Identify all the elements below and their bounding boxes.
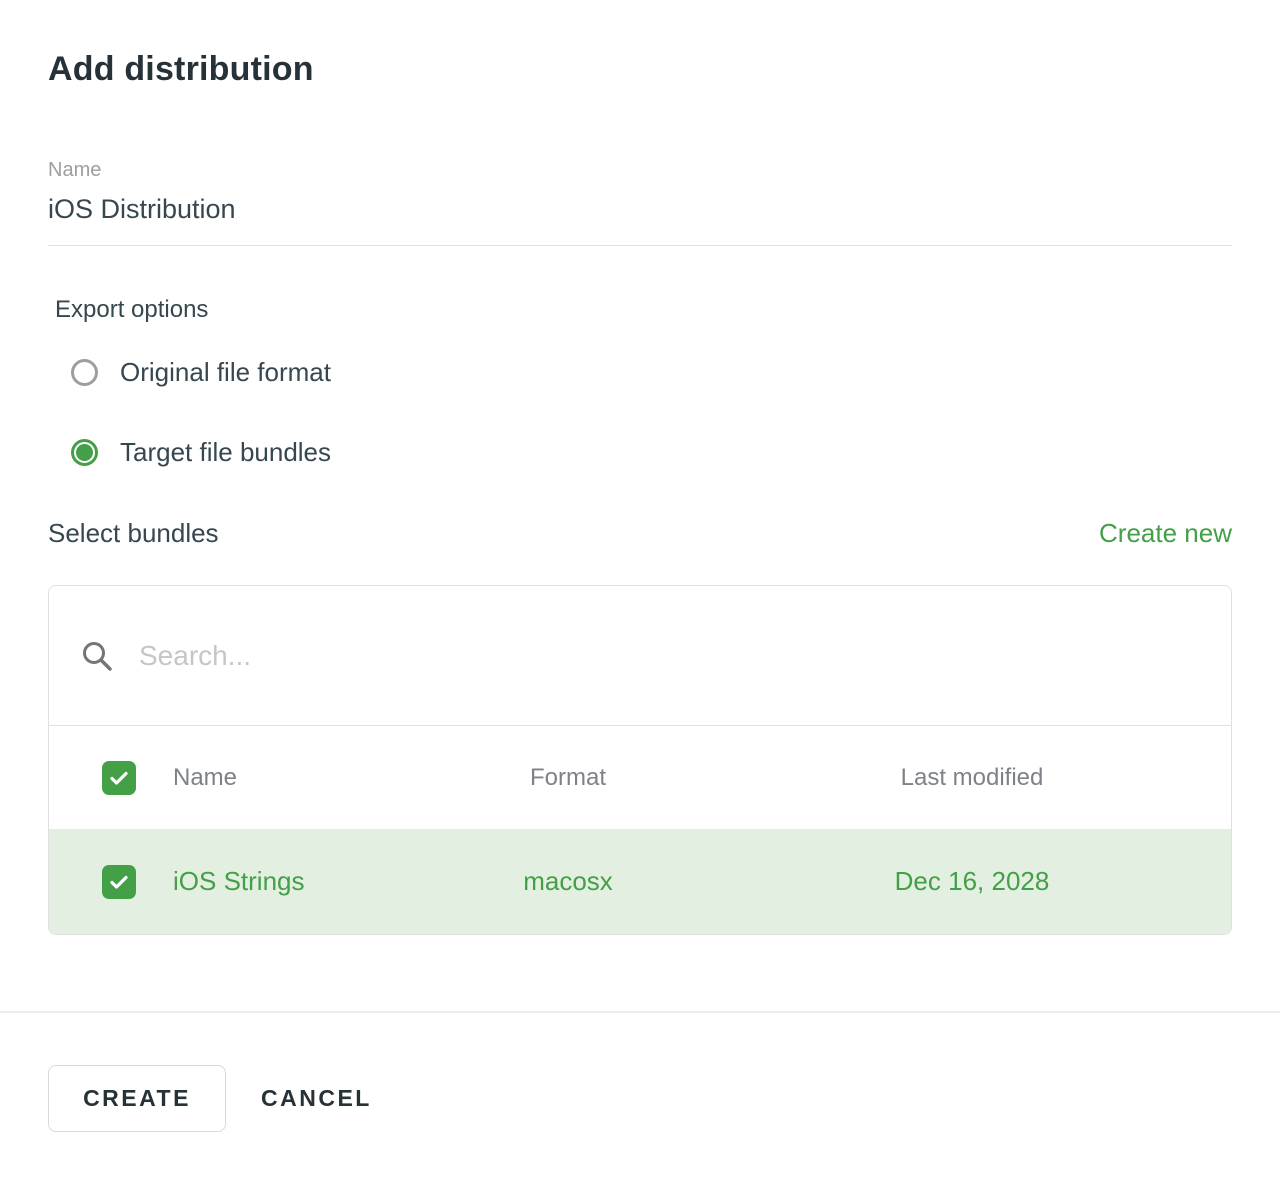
- export-options-label: Export options: [48, 296, 1232, 324]
- search-input[interactable]: [137, 639, 1200, 673]
- select-all-checkbox[interactable]: [102, 761, 136, 795]
- add-distribution-dialog: Add distribution Name Export options Ori…: [0, 0, 1280, 935]
- checkmark-icon: [107, 766, 131, 790]
- radio-target-file-bundles[interactable]: Target file bundles: [48, 426, 1232, 478]
- name-field: Name: [48, 159, 1232, 246]
- bundle-name: iOS Strings: [173, 866, 423, 897]
- radio-original-file-format[interactable]: Original file format: [48, 346, 1232, 398]
- checkmark-icon: [107, 870, 131, 894]
- row-checkbox[interactable]: [102, 865, 136, 899]
- create-new-link[interactable]: Create new: [1099, 518, 1232, 549]
- radio-original-label: Original file format: [120, 357, 331, 388]
- dialog-actions: CREATE CANCEL: [48, 1065, 1232, 1132]
- create-button[interactable]: CREATE: [48, 1065, 226, 1132]
- name-field-label: Name: [48, 159, 1232, 182]
- search-row: [49, 586, 1231, 725]
- bundle-format: macosx: [423, 866, 713, 897]
- cancel-button[interactable]: CANCEL: [259, 1065, 374, 1132]
- radio-unselected-icon: [71, 359, 98, 386]
- bundle-last-modified: Dec 16, 2028: [713, 866, 1231, 897]
- header-last-modified: Last modified: [713, 764, 1231, 792]
- name-input[interactable]: [48, 194, 1232, 225]
- select-bundles-label: Select bundles: [48, 518, 219, 549]
- header-name: Name: [173, 764, 423, 792]
- bundles-header: Select bundles Create new: [48, 518, 1232, 549]
- footer-divider: [0, 1011, 1280, 1013]
- table-header-row: Name Format Last modified: [49, 725, 1231, 829]
- radio-selected-icon: [71, 439, 98, 466]
- name-field-underline: [48, 194, 1232, 246]
- page-title: Add distribution: [48, 0, 1232, 89]
- search-icon: [80, 639, 114, 673]
- bundle-row[interactable]: iOS Strings macosx Dec 16, 2028: [49, 829, 1231, 934]
- bundles-panel: Name Format Last modified iOS Strings ma…: [48, 585, 1232, 935]
- radio-target-label: Target file bundles: [120, 437, 331, 468]
- header-format: Format: [423, 764, 713, 792]
